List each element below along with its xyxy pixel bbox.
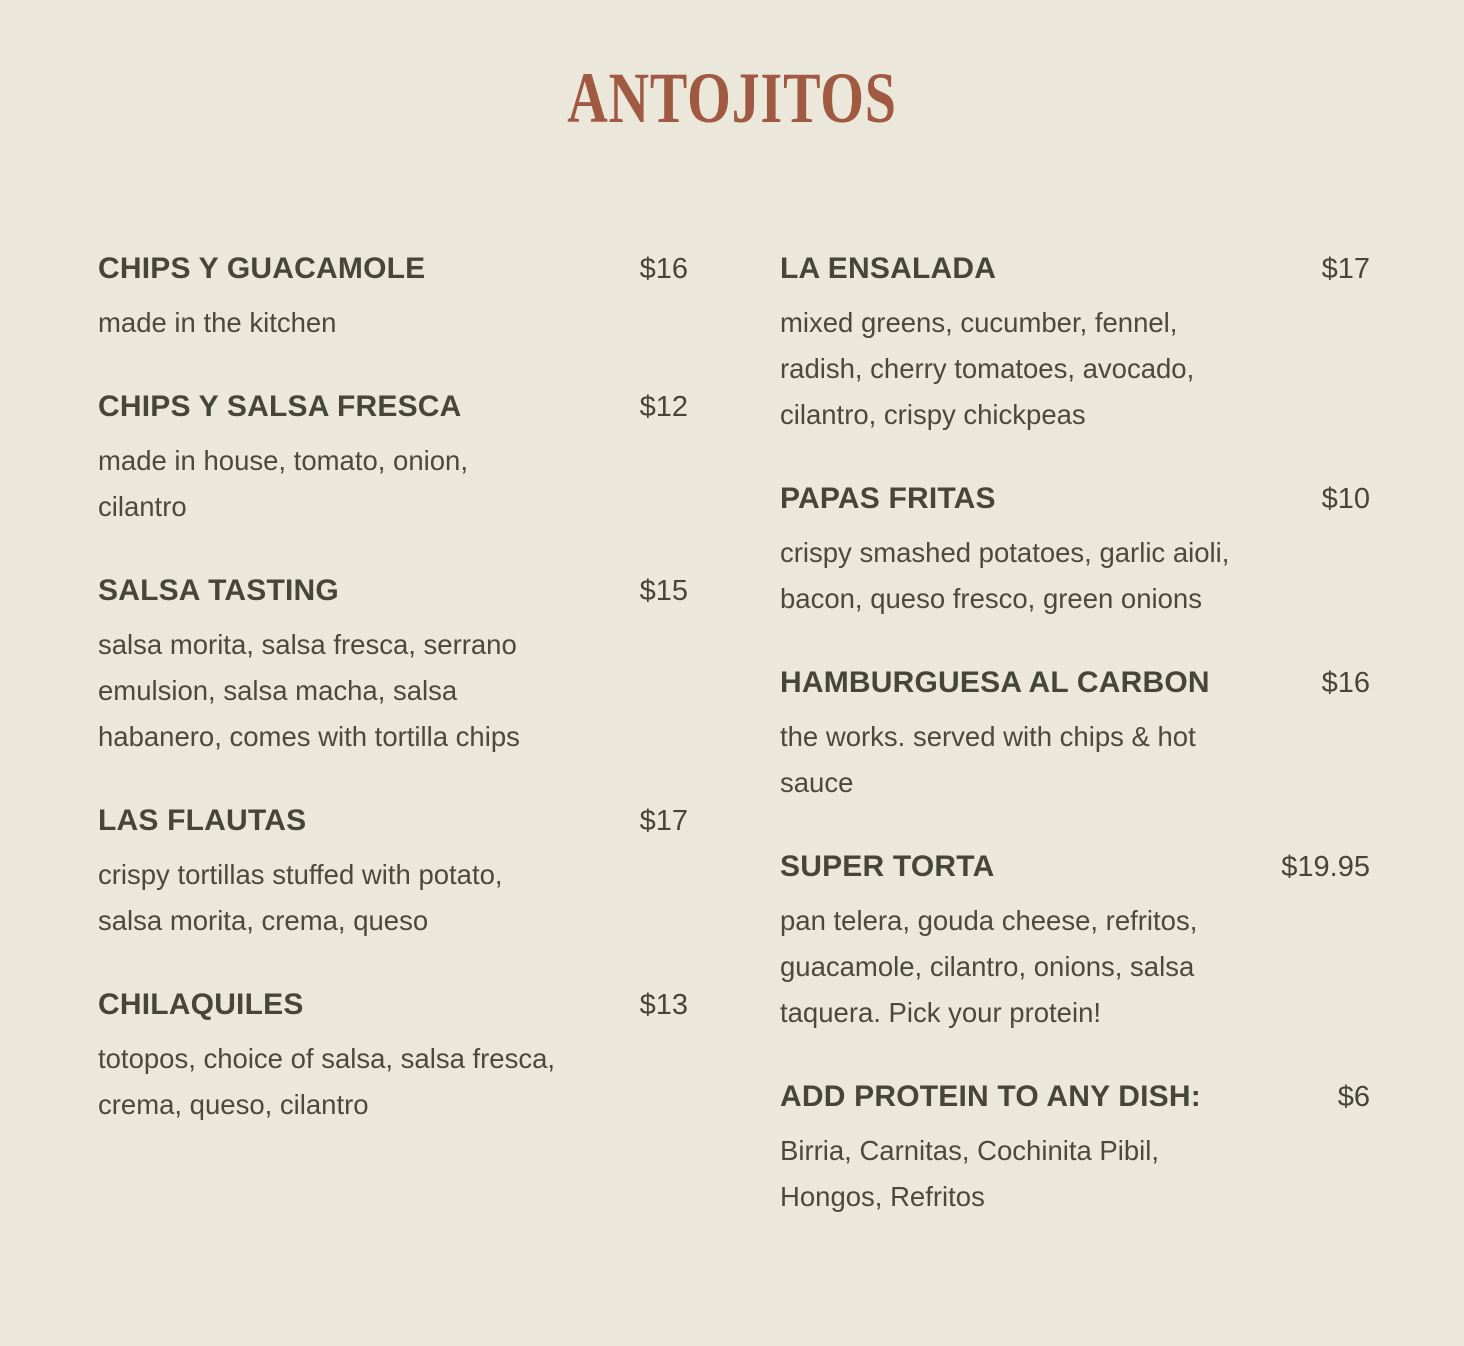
menu-item-description: made in house, tomato, onion, cilantro [98, 445, 468, 522]
menu-item-price: $6 [1337, 1081, 1370, 1113]
menu-item-description: totopos, choice of salsa, salsa fresca, … [98, 1043, 556, 1120]
menu-item-description: made in the kitchen [98, 307, 337, 338]
menu-column-right: LA ENSALADA $17 mixed greens, cucumber, … [780, 248, 1370, 1260]
menu-item: LA ENSALADA $17 mixed greens, cucumber, … [780, 248, 1370, 438]
menu-item-price: $15 [639, 575, 688, 607]
menu-item: SUPER TORTA $19.95 pan telera, gouda che… [780, 846, 1370, 1036]
menu-item-header: LA ENSALADA $17 [780, 248, 1370, 294]
menu-item-header: CHIPS Y SALSA FRESCA $12 [98, 386, 688, 432]
menu-item-price: $12 [639, 391, 688, 423]
menu-item: PAPAS FRITAS $10 crispy smashed potatoes… [780, 478, 1370, 622]
menu-item-name: CHIPS Y SALSA FRESCA [98, 390, 462, 423]
menu-item: CHILAQUILES $13 totopos, choice of salsa… [98, 984, 688, 1128]
menu-item-description: salsa morita, salsa fresca, serrano emul… [98, 629, 520, 752]
menu-item-price: $16 [1321, 667, 1370, 699]
menu-item-header: ADD PROTEIN TO ANY DISH: $6 [780, 1076, 1370, 1122]
menu-item-name: LA ENSALADA [780, 252, 997, 285]
menu-item-header: LAS FLAUTAS $17 [98, 800, 688, 846]
menu-item-description: crispy smashed potatoes, garlic aioli, b… [780, 537, 1230, 614]
menu-item: CHIPS Y SALSA FRESCA $12 made in house, … [98, 386, 688, 530]
menu-item-name: ADD PROTEIN TO ANY DISH: [780, 1080, 1201, 1113]
menu-item: SALSA TASTING $15 salsa morita, salsa fr… [98, 570, 688, 760]
menu-item: HAMBURGUESA AL CARBON $16 the works. ser… [780, 662, 1370, 806]
menu-item-description: the works. served with chips & hot sauce [780, 721, 1196, 798]
menu-column-left: CHIPS Y GUACAMOLE $16 made in the kitche… [98, 248, 688, 1168]
menu-item: CHIPS Y GUACAMOLE $16 made in the kitche… [98, 248, 688, 346]
menu-item-name: SUPER TORTA [780, 850, 995, 883]
menu-item-description: mixed greens, cucumber, fennel, radish, … [780, 307, 1195, 430]
menu-item-description: pan telera, gouda cheese, refritos, guac… [780, 905, 1198, 1028]
menu-item-price: $13 [639, 989, 688, 1021]
menu-item-price: $16 [639, 253, 688, 285]
menu-item-price: $10 [1321, 483, 1370, 515]
menu-item: ADD PROTEIN TO ANY DISH: $6 Birria, Carn… [780, 1076, 1370, 1220]
menu-item-price: $17 [639, 805, 688, 837]
menu-item-header: CHIPS Y GUACAMOLE $16 [98, 248, 688, 294]
menu-item-description: crispy tortillas stuffed with potato, sa… [98, 859, 503, 936]
menu-item-header: CHILAQUILES $13 [98, 984, 688, 1030]
menu-item: LAS FLAUTAS $17 crispy tortillas stuffed… [98, 800, 688, 944]
menu-item-price: $19.95 [1281, 851, 1370, 883]
menu-item-name: CHILAQUILES [98, 988, 304, 1021]
menu-item-name: LAS FLAUTAS [98, 804, 307, 837]
section-title: ANTOJITOS [567, 58, 897, 138]
menu-item-name: HAMBURGUESA AL CARBON [780, 666, 1210, 699]
menu-item-name: PAPAS FRITAS [780, 482, 996, 515]
menu-item-price: $17 [1321, 253, 1370, 285]
menu-item-header: SALSA TASTING $15 [98, 570, 688, 616]
menu-item-header: HAMBURGUESA AL CARBON $16 [780, 662, 1370, 708]
menu-item-name: SALSA TASTING [98, 574, 339, 607]
menu-item-description: Birria, Carnitas, Cochinita Pibil, Hongo… [780, 1135, 1160, 1212]
menu-item-header: SUPER TORTA $19.95 [780, 846, 1370, 892]
menu-item-name: CHIPS Y GUACAMOLE [98, 252, 426, 285]
menu-item-header: PAPAS FRITAS $10 [780, 478, 1370, 524]
